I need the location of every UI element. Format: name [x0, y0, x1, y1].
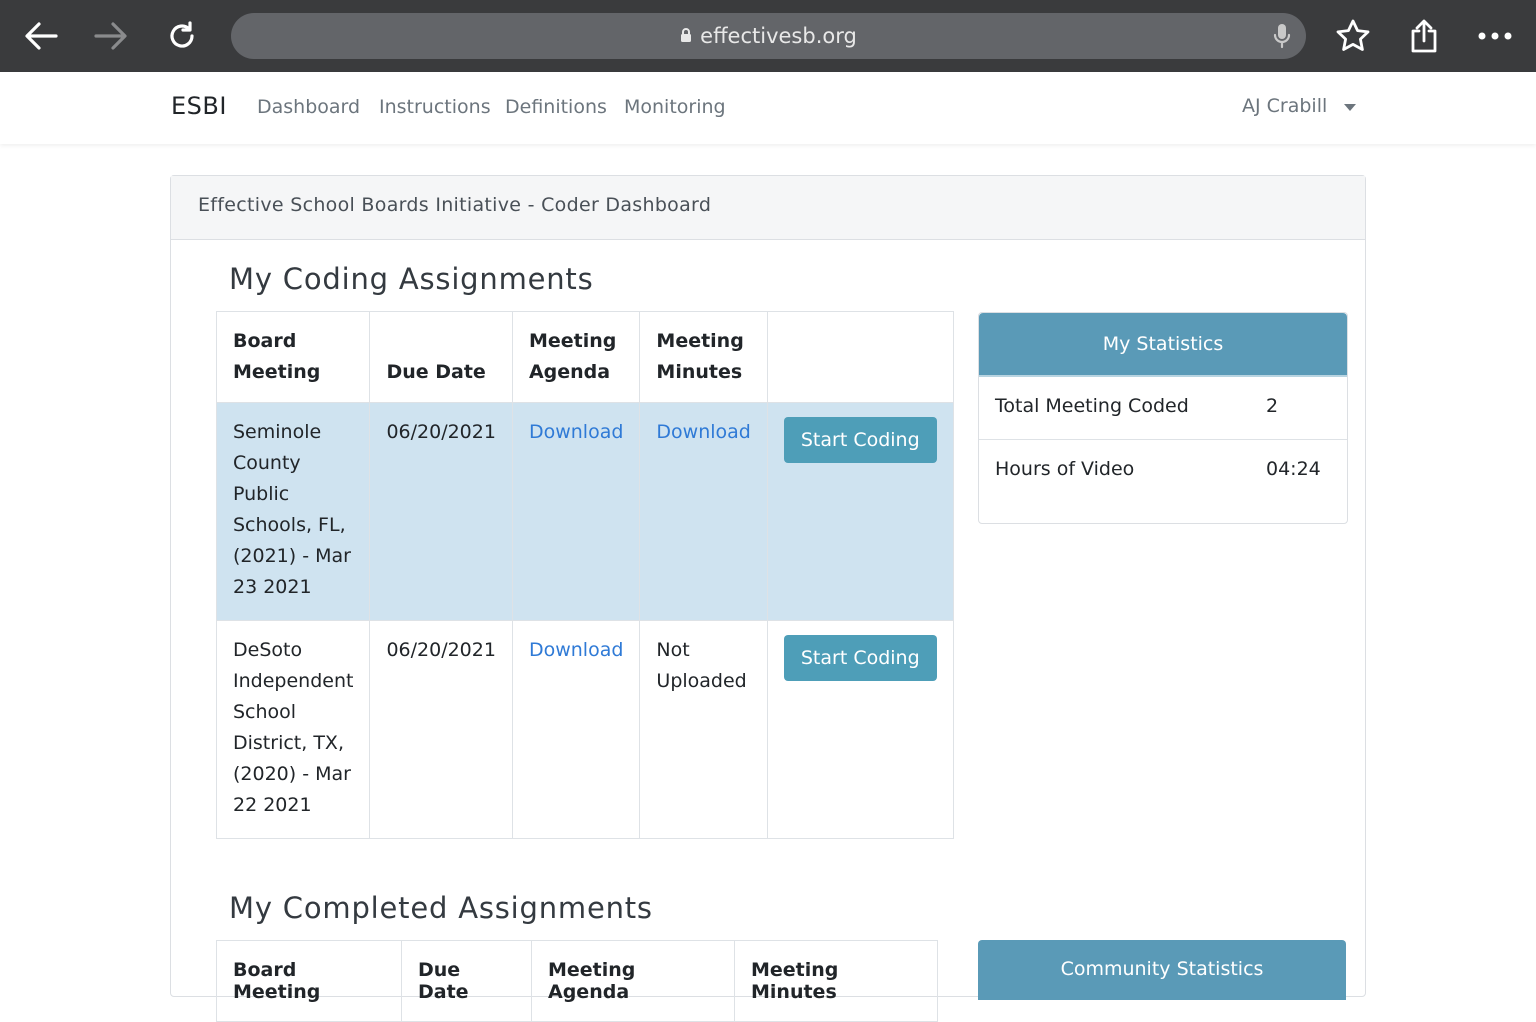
coding-assignments-table: Board Meeting Due Date Meeting Agenda Me…	[215, 311, 954, 839]
completed-assignments-title: My Completed Assignments	[229, 891, 653, 925]
back-arrow-icon[interactable]	[19, 14, 63, 58]
user-menu[interactable]: AJ Crabill	[1242, 95, 1327, 117]
agenda-download-link[interactable]: Download	[529, 421, 623, 443]
stat-row: Total Meeting Coded 2	[979, 377, 1347, 440]
column-header: Meeting Agenda	[511, 311, 641, 403]
stat-value: 2	[1266, 395, 1279, 417]
completed-assignments-table: Board Meeting Due Date Meeting Agenda Me…	[216, 940, 938, 1022]
table-row: Seminole County Public Schools, FL, (202…	[215, 402, 954, 621]
column-header: Meeting Agenda	[531, 940, 735, 1022]
forward-arrow-icon[interactable]	[89, 14, 133, 58]
start-coding-button[interactable]: Start Coding	[783, 417, 937, 463]
stat-label: Hours of Video	[995, 458, 1135, 480]
star-icon[interactable]	[1331, 14, 1375, 58]
microphone-icon[interactable]	[1272, 22, 1292, 55]
lock-icon	[680, 24, 692, 48]
nav-dashboard[interactable]: Dashboard	[257, 96, 360, 118]
column-header: Due Date	[401, 940, 532, 1022]
url-text: effectivesb.org	[700, 24, 857, 48]
agenda-download-link[interactable]: Download	[529, 639, 623, 661]
reload-icon[interactable]	[160, 14, 204, 58]
address-bar[interactable]: effectivesb.org	[231, 13, 1306, 59]
nav-instructions[interactable]: Instructions	[379, 96, 491, 118]
share-icon[interactable]	[1402, 14, 1446, 58]
card-header-title: Effective School Boards Initiative - Cod…	[198, 194, 712, 216]
table-header-row: Board Meeting Due Date Meeting Agenda Me…	[215, 311, 954, 403]
board-meeting-cell: DeSoto Independent School District, TX, …	[215, 620, 371, 839]
table-header-row: Board Meeting Due Date Meeting Agenda Me…	[216, 940, 938, 1022]
column-header: Meeting Minutes	[734, 940, 938, 1022]
column-header: Meeting Minutes	[639, 311, 768, 403]
start-coding-button[interactable]: Start Coding	[783, 635, 937, 681]
stat-row: Hours of Video 04:24	[979, 440, 1347, 502]
board-meeting-cell: Seminole County Public Schools, FL, (202…	[215, 402, 371, 621]
nav-definitions[interactable]: Definitions	[505, 96, 607, 118]
stat-label: Total Meeting Coded	[995, 395, 1189, 417]
stat-value: 04:24	[1266, 458, 1321, 480]
minutes-download-link[interactable]: Download	[656, 421, 750, 443]
due-date-cell: 06/20/2021	[369, 620, 513, 839]
chevron-down-icon[interactable]	[1344, 104, 1356, 111]
brand-logo[interactable]: ESBI	[171, 92, 227, 120]
community-statistics-header: Community Statistics	[978, 940, 1346, 1000]
my-statistics-panel: My Statistics Total Meeting Coded 2 Hour…	[978, 312, 1348, 524]
browser-toolbar: effectivesb.org	[0, 0, 1536, 72]
column-header: Due Date	[369, 311, 513, 403]
my-statistics-title: My Statistics	[979, 313, 1347, 377]
card-header: Effective School Boards Initiative - Cod…	[171, 176, 1365, 240]
column-header: Board Meeting	[215, 311, 371, 403]
table-row: DeSoto Independent School District, TX, …	[215, 620, 954, 839]
due-date-cell: 06/20/2021	[369, 402, 513, 621]
more-icon[interactable]	[1473, 14, 1517, 58]
nav-monitoring[interactable]: Monitoring	[624, 96, 726, 118]
coding-assignments-title: My Coding Assignments	[229, 262, 594, 296]
minutes-status-cell: Not Uploaded	[639, 620, 768, 839]
column-header: Board Meeting	[216, 940, 402, 1022]
column-header	[766, 311, 954, 403]
app-navbar: ESBI Dashboard Instructions Definitions …	[0, 72, 1536, 144]
